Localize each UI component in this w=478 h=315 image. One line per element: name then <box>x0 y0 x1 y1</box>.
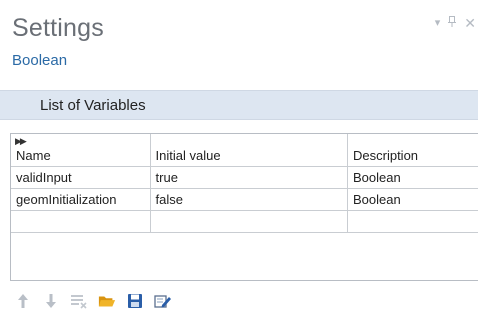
cell-name[interactable]: geomInitialization <box>11 187 151 211</box>
table-toolbar <box>14 292 172 310</box>
pin-dropdown-icon[interactable]: ▾ <box>435 17 441 29</box>
expand-columns-icon[interactable]: ▶▶ <box>15 136 27 147</box>
cell-initial-value[interactable]: false <box>149 187 349 211</box>
move-up-icon[interactable] <box>14 292 32 310</box>
table-row[interactable]: geomInitialization false Boolean <box>11 187 478 211</box>
list-of-variables-section[interactable]: List of Variables <box>0 90 478 120</box>
cell-name[interactable]: validInput <box>11 165 151 189</box>
column-header-description[interactable]: Description <box>347 134 478 167</box>
table-row[interactable]: validInput true Boolean <box>11 165 478 189</box>
load-from-file-icon[interactable] <box>98 292 116 310</box>
cell-initial-value[interactable]: true <box>149 165 349 189</box>
cell-initial-value[interactable] <box>149 209 349 233</box>
table-row-empty[interactable] <box>11 209 478 233</box>
save-to-file-icon[interactable] <box>126 292 144 310</box>
pin-icon[interactable] <box>448 16 457 30</box>
section-title: List of Variables <box>40 97 146 114</box>
settings-subtitle: Boolean <box>12 52 68 69</box>
clear-table-icon[interactable] <box>70 292 88 310</box>
cell-description[interactable] <box>347 209 478 233</box>
table-header-row: ▶▶ Name Initial value Description <box>11 134 478 167</box>
variables-table: ▶▶ Name Initial value Description validI… <box>10 133 478 281</box>
window-controls: ▾ ✕ <box>435 16 476 30</box>
settings-title: Settings <box>12 14 104 42</box>
edit-icon[interactable] <box>154 292 172 310</box>
cell-description[interactable]: Boolean <box>347 165 478 189</box>
column-header-initial-value[interactable]: Initial value <box>149 134 349 167</box>
column-header-name[interactable]: ▶▶ Name <box>11 134 151 167</box>
move-down-icon[interactable] <box>42 292 60 310</box>
cell-description[interactable]: Boolean <box>347 187 478 211</box>
cell-name[interactable] <box>11 209 151 233</box>
close-icon[interactable]: ✕ <box>464 16 476 30</box>
